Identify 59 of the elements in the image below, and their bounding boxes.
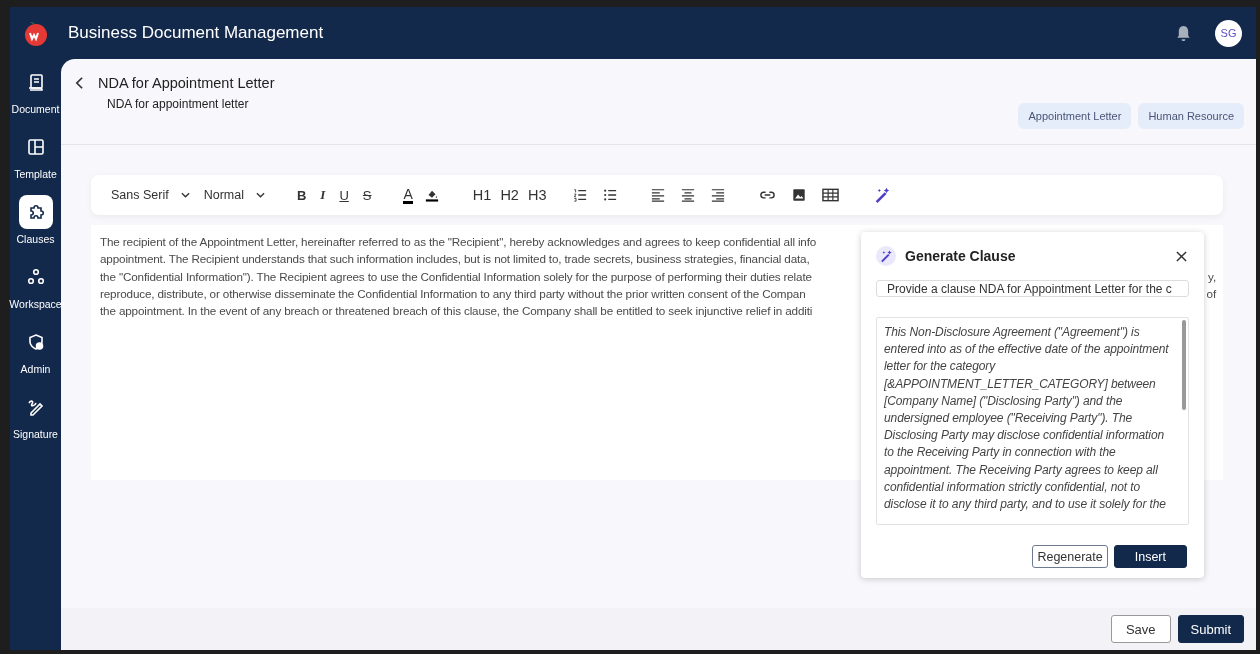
sidebar-item[interactable]: Signature [10, 390, 61, 455]
secondary-button[interactable]: Save [1110, 615, 1171, 643]
table-icon[interactable] [822, 188, 840, 202]
shield-user-icon [26, 333, 45, 351]
document-icon [26, 73, 45, 91]
prompt-field[interactable]: Provide a clause NDA for Appointment Letter for the c [876, 280, 1189, 297]
sidebar-item[interactable]: Clauses [10, 195, 61, 260]
bell-icon[interactable] [1176, 24, 1191, 42]
bullet-list-icon[interactable] [603, 188, 618, 202]
paragraph-text-line: the "Confidential Information"). The Recipient agrees to use the Confidential Information solely for the purpose of performing their duties relate [100, 269, 812, 285]
strikethrough-button[interactable]: S [362, 187, 372, 203]
heading-button[interactable]: H3 [527, 187, 547, 203]
bold-button[interactable]: B [296, 187, 307, 203]
sidebar-item[interactable]: Document [10, 65, 61, 130]
paint-bucket-icon[interactable] [424, 188, 439, 202]
numbered-list-icon[interactable] [573, 188, 588, 202]
category-tag[interactable]: Appointment Letter [1018, 103, 1132, 129]
align-right-icon[interactable] [711, 188, 726, 202]
sidebar-item[interactable]: Template [10, 130, 61, 195]
user-avatar[interactable]: SG [1215, 19, 1242, 47]
image-icon[interactable] [792, 188, 807, 202]
back-icon[interactable] [75, 76, 84, 90]
paragraph-text-fragment: of [1206, 286, 1216, 302]
align-left-icon[interactable] [651, 188, 666, 202]
magic-wand-icon [876, 246, 896, 266]
sidebar-item[interactable]: Admin [10, 325, 61, 390]
underline-button[interactable]: U [339, 187, 349, 203]
caret-icon [255, 192, 265, 198]
close-icon[interactable] [1176, 250, 1187, 262]
secondary-button[interactable]: Regenerate [1032, 545, 1108, 568]
magic-wand-icon[interactable] [873, 186, 892, 204]
primary-button[interactable]: Insert [1113, 545, 1187, 568]
caret-icon [180, 192, 190, 198]
italic-button[interactable]: I [320, 187, 326, 203]
dropdown[interactable]: Normal [203, 188, 265, 202]
paragraph-text-fragment: y, [1208, 269, 1216, 285]
paragraph-text-line: appointment. The Recipient understands that such information includes, but is not limited to, trade secrets, business strategies, financial data, [100, 252, 810, 268]
result-box[interactable] [876, 317, 1189, 525]
paragraph-text-line: the appointment. In the event of any breach or threatened breach of this clause, the Company shall be entitled to seek injunctive relief in additi [100, 304, 813, 320]
category-tag[interactable]: Human Resource [1138, 103, 1244, 129]
dropdown[interactable]: Sans Serif [111, 188, 190, 202]
generated-clause-text: This Non-Disclosure Agreement ("Agreement") is entered into as of the effective date of the appointment letter for the category [&APPOINTMENT_LETTER_CATEGORY] between [Company Name] ("Disclosing Party") and the undersigned employee ("Receiving Party"). The Disclosing Party may disclose confidential information to the Receiving Party in connection with the appointment. The Receiving Party agrees to keep all confidential information strictly confidential, not to disclose it to any third party, and to use it solely for the [884, 324, 1170, 514]
align-center-icon[interactable] [681, 188, 696, 202]
pen-scribble-icon [26, 398, 45, 416]
app-title: Business Document Management [68, 23, 324, 43]
heading-button[interactable]: H2 [500, 187, 519, 203]
scrollbar[interactable] [1182, 320, 1186, 410]
heading-button[interactable]: H1 [472, 187, 492, 203]
paragraph-text-line: The recipient of the Appointment Letter, hereinafter referred to as the "Recipient", hereby acknowledges and agrees to keep confidential all info [100, 235, 817, 250]
primary-button[interactable]: Submit [1177, 615, 1244, 643]
page-title: NDA for Appointment Letter [98, 75, 275, 91]
text-color-button[interactable]: A [403, 186, 413, 204]
nodes-icon [26, 268, 45, 286]
layout-icon [26, 138, 45, 156]
page-subtitle: NDA for appointment letter [107, 97, 250, 111]
sidebar-item[interactable]: Workspace [10, 260, 61, 325]
link-icon[interactable] [759, 188, 777, 202]
paragraph-text-line: reproduce, distribute, or otherwise disseminate the Confidential Information to any third party without the prior written consent of the Compan [100, 286, 806, 302]
dialog-title: Generate Clause [905, 248, 1016, 264]
